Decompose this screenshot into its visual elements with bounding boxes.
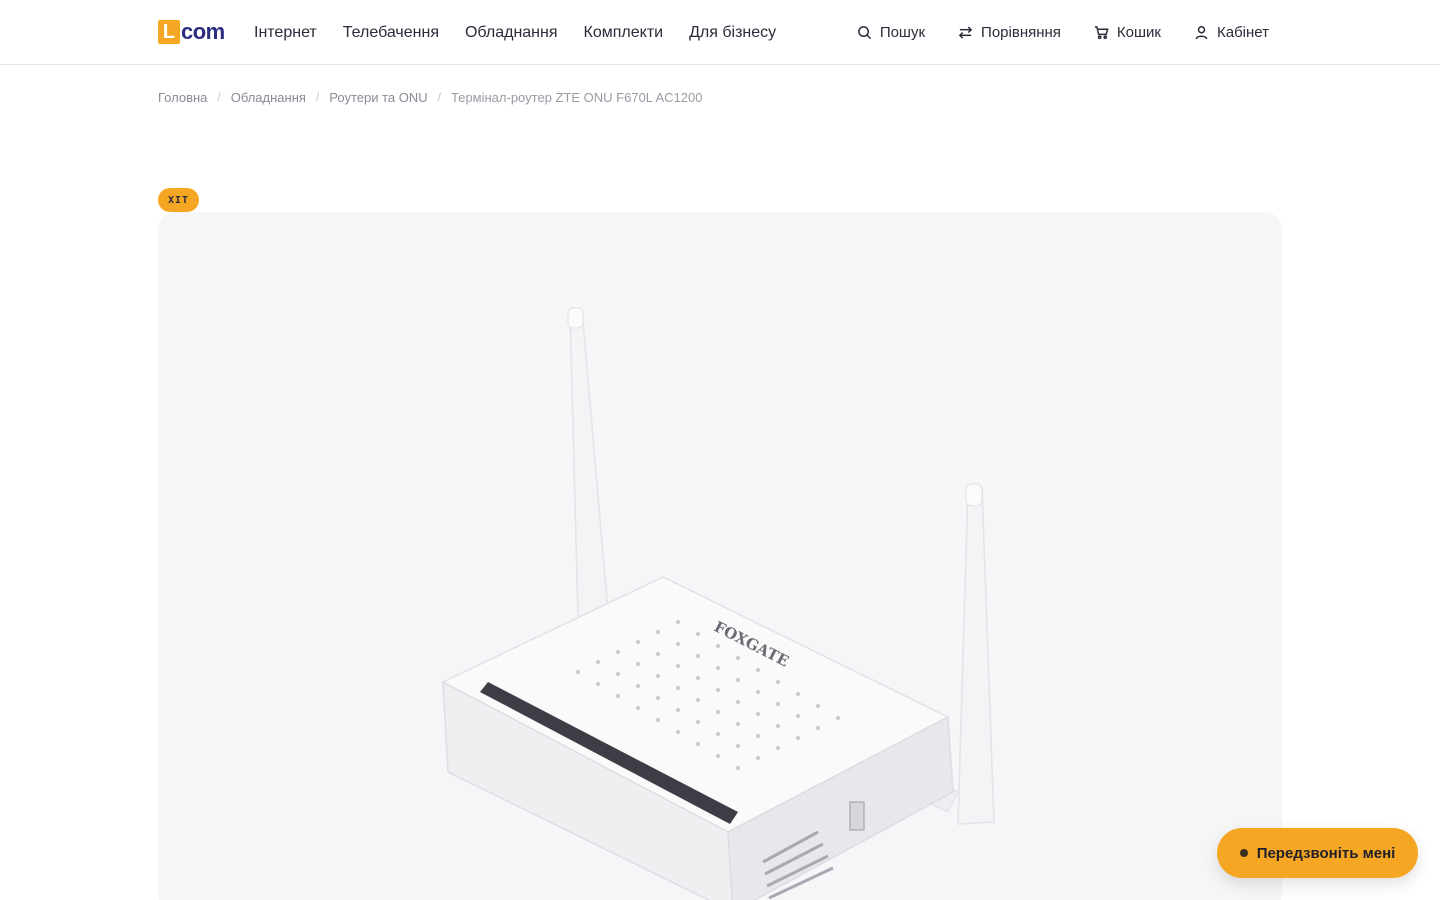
- utility-nav: Пошук Порівняння Кошик Кабінет: [857, 0, 1269, 65]
- breadcrumb-separator: /: [315, 90, 320, 104]
- breadcrumb-current: Термінал-роутер ZTE ONU F670L AC1200: [451, 89, 703, 105]
- nav-item-business[interactable]: Для бізнесу: [689, 24, 776, 42]
- account-label: Кабінет: [1216, 24, 1269, 41]
- search-label: Пошук: [879, 24, 926, 41]
- breadcrumb: Головна / Обладнання / Роутери та ONU / …: [158, 88, 702, 106]
- site-header: L com Інтернет Телебачення Обладнання Ко…: [0, 0, 1440, 65]
- breadcrumb-routers[interactable]: Роутери та ONU: [329, 90, 427, 105]
- cart-label: Кошик: [1116, 24, 1161, 41]
- search-button[interactable]: Пошук: [857, 24, 925, 41]
- compare-icon: [958, 26, 973, 39]
- callback-button[interactable]: Передзвоніть мені: [1217, 828, 1418, 878]
- router-product-image: FOXGATE: [441, 307, 995, 900]
- nav-item-tv[interactable]: Телебачення: [343, 24, 439, 42]
- compare-label: Порівняння: [981, 24, 1061, 41]
- account-button[interactable]: Кабінет: [1194, 24, 1269, 41]
- hit-badge: ХІТ: [158, 188, 199, 212]
- callback-dot-icon: [1239, 849, 1248, 857]
- main-nav: Інтернет Телебачення Обладнання Комплект…: [254, 0, 776, 65]
- cart-button[interactable]: Кошик: [1094, 24, 1161, 41]
- user-icon: [1195, 25, 1208, 40]
- nav-item-equipment[interactable]: Обладнання: [465, 24, 558, 42]
- logo-mark: L: [158, 20, 180, 44]
- logo-text: com: [181, 19, 225, 44]
- site-logo[interactable]: L com: [158, 20, 225, 44]
- product-gallery[interactable]: FOXGATE: [158, 212, 1282, 900]
- nav-item-bundles[interactable]: Комплекти: [584, 24, 664, 42]
- breadcrumb-home[interactable]: Головна: [158, 90, 207, 105]
- antenna-left: [567, 307, 609, 617]
- compare-button[interactable]: Порівняння: [958, 24, 1061, 41]
- search-icon: [857, 26, 871, 40]
- router-body: [441, 576, 954, 900]
- breadcrumb-equipment[interactable]: Обладнання: [231, 90, 306, 105]
- breadcrumb-separator: /: [437, 90, 441, 104]
- callback-label: Передзвоніть мені: [1256, 844, 1396, 862]
- breadcrumb-separator: /: [217, 90, 221, 104]
- nav-item-internet[interactable]: Інтернет: [254, 24, 317, 42]
- cart-icon: [1094, 26, 1109, 40]
